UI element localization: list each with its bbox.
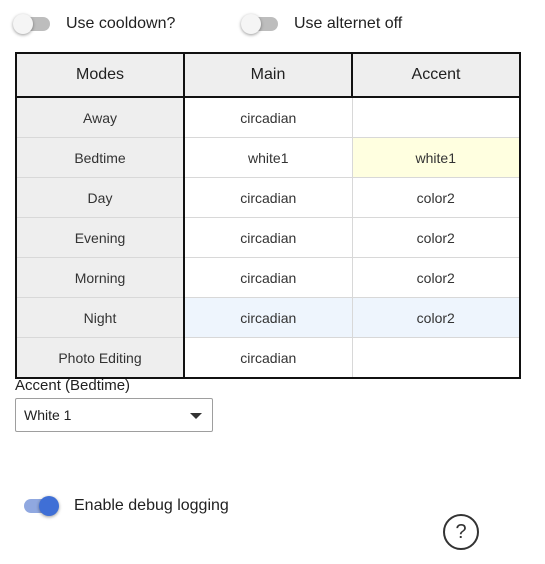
mode-cell: Day [15,177,185,218]
mode-cell: Evening [15,217,185,258]
toggle-thumb [39,496,59,516]
table-row: Bedtime white1 white1 [15,137,521,178]
header-main: Main [183,52,353,98]
accent-cell[interactable] [351,337,521,379]
main-cell[interactable]: circadian [183,217,353,258]
accent-select-value: White 1 [24,407,72,423]
main-cell[interactable]: circadian [183,177,353,218]
caret-down-icon [190,413,202,419]
accent-cell[interactable]: color2 [351,297,521,338]
header-modes: Modes [15,52,185,98]
main-cell[interactable]: circadian [183,337,353,379]
table-row: Morning circadian color2 [15,257,521,298]
mode-cell: Night [15,297,185,338]
debug-logging-toggle[interactable] [22,496,59,516]
main-cell[interactable]: circadian [183,96,353,138]
toggle-thumb [241,14,261,34]
mode-cell: Away [15,96,185,138]
cooldown-label: Use cooldown? [66,15,176,32]
table-row: Photo Editing circadian [15,337,521,379]
alternet-off-toggle[interactable] [241,14,278,34]
mode-cell: Bedtime [15,137,185,178]
modes-table: Modes Main Accent Away circadian Bedtime… [15,52,521,379]
toggle-thumb [13,14,33,34]
accent-cell[interactable]: color2 [351,177,521,218]
main-cell[interactable]: circadian [183,257,353,298]
debug-toggle-row: Enable debug logging [22,496,229,516]
cooldown-toggle-row: Use cooldown? [13,14,176,34]
accent-select[interactable]: White 1 [15,398,213,432]
accent-cell-selected[interactable]: white1 [351,137,521,178]
header-accent: Accent [351,52,521,98]
table-row: Evening circadian color2 [15,217,521,258]
accent-cell[interactable]: color2 [351,217,521,258]
cooldown-toggle[interactable] [13,14,50,34]
alternet-toggle-row: Use alternet off [241,14,403,34]
accent-select-label: Accent (Bedtime) [15,377,131,394]
alternet-off-label: Use alternet off [294,15,403,32]
table-row: Night circadian color2 [15,297,521,338]
table-header-row: Modes Main Accent [15,52,521,98]
main-cell[interactable]: white1 [183,137,353,178]
help-button[interactable]: ? [443,514,479,550]
mode-cell: Photo Editing [15,337,185,379]
table-row: Away circadian [15,96,521,138]
accent-cell[interactable] [351,96,521,138]
accent-cell[interactable]: color2 [351,257,521,298]
table-row: Day circadian color2 [15,177,521,218]
main-cell[interactable]: circadian [183,297,353,338]
debug-logging-label: Enable debug logging [74,497,229,514]
mode-cell: Morning [15,257,185,298]
question-mark-icon: ? [455,520,467,543]
